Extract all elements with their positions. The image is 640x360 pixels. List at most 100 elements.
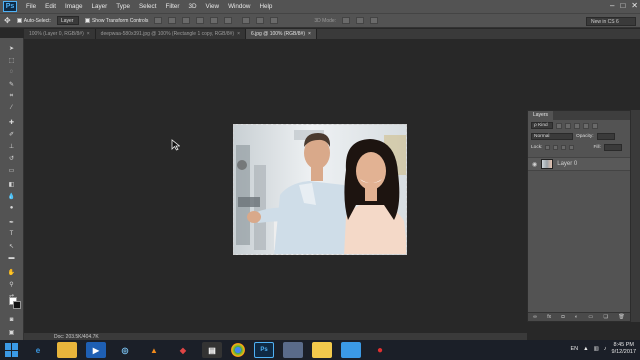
clone-stamp-icon[interactable]: ⊥ xyxy=(5,142,18,150)
gradient-tool-icon[interactable]: ◧ xyxy=(5,180,18,188)
filter-shape-icon[interactable] xyxy=(583,122,589,129)
transform-controls-checkbox[interactable]: Show Transform Controls xyxy=(84,18,148,24)
distribute-icon[interactable] xyxy=(256,17,265,24)
menu-window[interactable]: Window xyxy=(228,3,250,10)
eraser-tool-icon[interactable]: ▭ xyxy=(5,166,18,174)
windows-start-icon[interactable] xyxy=(5,343,19,357)
monitor-icon[interactable] xyxy=(341,342,361,358)
healing-brush-icon[interactable]: ✚ xyxy=(5,118,18,126)
move-tool-icon[interactable]: ✥ xyxy=(4,16,11,25)
new-group-icon[interactable]: ▭ xyxy=(588,314,593,320)
layer-style-icon[interactable]: fx xyxy=(547,314,551,320)
tab-deepwaa[interactable]: deepwaa-580x391.jpg @ 100% (Rectangle 1 … xyxy=(95,29,246,39)
folder-icon[interactable] xyxy=(312,342,332,358)
photoshop-taskbar-icon[interactable]: Ps xyxy=(254,342,274,358)
background-color-swatch[interactable] xyxy=(13,301,21,309)
document-image[interactable] xyxy=(233,124,407,255)
menu-help[interactable]: Help xyxy=(259,3,272,10)
screen-mode-icon[interactable]: ▣ xyxy=(5,328,18,336)
tab-layers[interactable]: Layers xyxy=(528,111,554,120)
blur-tool-icon[interactable]: 💧 xyxy=(5,192,18,200)
maximize-button[interactable]: □ xyxy=(620,1,625,10)
chat-icon[interactable]: ◆ xyxy=(173,342,193,358)
clock[interactable]: 8:45 PM 9/12/2017 xyxy=(612,342,636,356)
crop-tool-icon[interactable]: ⌗ xyxy=(5,92,18,100)
blend-mode-dropdown[interactable]: Normal xyxy=(531,133,573,140)
workspace-switcher[interactable]: New in CS 6 xyxy=(586,17,636,26)
distribute-icon[interactable] xyxy=(242,17,251,24)
type-tool-icon[interactable]: T xyxy=(5,230,18,238)
move-tool-icon[interactable]: ➤ xyxy=(5,44,18,52)
minimize-button[interactable]: – xyxy=(610,1,614,10)
lock-paint-icon[interactable] xyxy=(553,145,559,150)
add-mask-icon[interactable]: ◘ xyxy=(561,314,564,320)
menu-type[interactable]: Type xyxy=(116,3,130,10)
align-bottom-icon[interactable] xyxy=(182,17,191,24)
filter-type-icon[interactable] xyxy=(574,122,580,129)
language-indicator[interactable]: EN xyxy=(570,346,578,352)
chrome-icon[interactable] xyxy=(231,343,245,357)
file-explorer-icon[interactable] xyxy=(57,342,77,358)
close-icon[interactable]: × xyxy=(237,31,240,37)
menu-layer[interactable]: Layer xyxy=(92,3,108,10)
layer-item[interactable]: ◉ Layer 0 xyxy=(528,157,630,171)
path-select-icon[interactable]: ↖ xyxy=(5,242,18,250)
link-layers-icon[interactable]: ∞ xyxy=(533,314,537,320)
chrome-icon-alt[interactable]: ◎ xyxy=(115,342,135,358)
filter-adjust-icon[interactable] xyxy=(565,122,571,129)
filter-pixel-icon[interactable] xyxy=(556,122,562,129)
filter-smart-icon[interactable] xyxy=(592,122,598,129)
lasso-tool-icon[interactable]: ◌ xyxy=(5,68,18,76)
close-icon[interactable]: × xyxy=(308,31,311,37)
marquee-tool-icon[interactable]: ⬚ xyxy=(5,56,18,64)
3d-orbit-icon[interactable] xyxy=(342,17,351,24)
close-button[interactable]: ✕ xyxy=(631,1,638,10)
auto-select-checkbox[interactable]: Auto-Select: xyxy=(16,18,51,24)
volume-icon[interactable]: ♪ xyxy=(604,346,607,352)
align-top-icon[interactable] xyxy=(154,17,163,24)
menu-filter[interactable]: Filter xyxy=(165,3,179,10)
history-brush-icon[interactable]: ↺ xyxy=(5,154,18,162)
menu-file[interactable]: File xyxy=(26,3,36,10)
tab-6jpg[interactable]: 6.jpg @ 100% (RGB/8#) × xyxy=(246,29,317,39)
tray-up-arrow-icon[interactable]: ▲ xyxy=(583,346,588,352)
app-icon[interactable] xyxy=(283,342,303,358)
record-icon[interactable]: ● xyxy=(370,342,390,358)
lock-pixels-icon[interactable] xyxy=(545,145,551,150)
ie-icon[interactable]: e xyxy=(28,342,48,358)
notepad-icon[interactable]: ▤ xyxy=(202,342,222,358)
eye-icon[interactable]: ◉ xyxy=(532,161,537,168)
lock-all-icon[interactable] xyxy=(569,145,575,150)
zoom-tool-icon[interactable]: ⚲ xyxy=(5,280,18,288)
3d-roll-icon[interactable] xyxy=(356,17,365,24)
fill-field[interactable] xyxy=(603,144,622,151)
auto-select-dropdown[interactable]: Layer xyxy=(56,16,79,25)
close-icon[interactable]: × xyxy=(87,31,90,37)
eyedropper-tool-icon[interactable]: ⁄ xyxy=(5,104,18,112)
menu-image[interactable]: Image xyxy=(65,3,83,10)
shape-tool-icon[interactable]: ▬ xyxy=(5,254,18,262)
align-right-icon[interactable] xyxy=(224,17,233,24)
quick-select-tool-icon[interactable]: ✎ xyxy=(5,80,18,88)
menu-view[interactable]: View xyxy=(206,3,220,10)
dodge-tool-icon[interactable]: ● xyxy=(5,204,18,212)
align-center-icon[interactable] xyxy=(210,17,219,24)
adjustment-layer-icon[interactable]: ◐ xyxy=(575,314,578,320)
new-layer-icon[interactable]: ❏ xyxy=(604,314,608,320)
menu-3d[interactable]: 3D xyxy=(188,3,196,10)
lock-move-icon[interactable] xyxy=(561,145,567,150)
brush-tool-icon[interactable]: ✐ xyxy=(5,130,18,138)
3d-pan-icon[interactable] xyxy=(370,17,379,24)
vlc-icon[interactable]: ▲ xyxy=(144,342,164,358)
tab-layer0[interactable]: 100% (Layer 0, RGB/8#) × xyxy=(24,29,96,39)
layer-name[interactable]: Layer 0 xyxy=(557,161,577,167)
collapsed-panel-strip[interactable] xyxy=(631,110,640,322)
opacity-field[interactable] xyxy=(596,133,615,140)
hand-tool-icon[interactable]: ✋ xyxy=(5,268,18,276)
media-player-icon[interactable]: ▶ xyxy=(86,342,106,358)
pen-tool-icon[interactable]: ✒ xyxy=(5,218,18,226)
trash-icon[interactable]: 🗑 xyxy=(618,314,624,320)
align-middle-icon[interactable] xyxy=(168,17,177,24)
distribute-icon[interactable] xyxy=(270,17,279,24)
quick-mask-icon[interactable]: ◙ xyxy=(5,316,18,324)
